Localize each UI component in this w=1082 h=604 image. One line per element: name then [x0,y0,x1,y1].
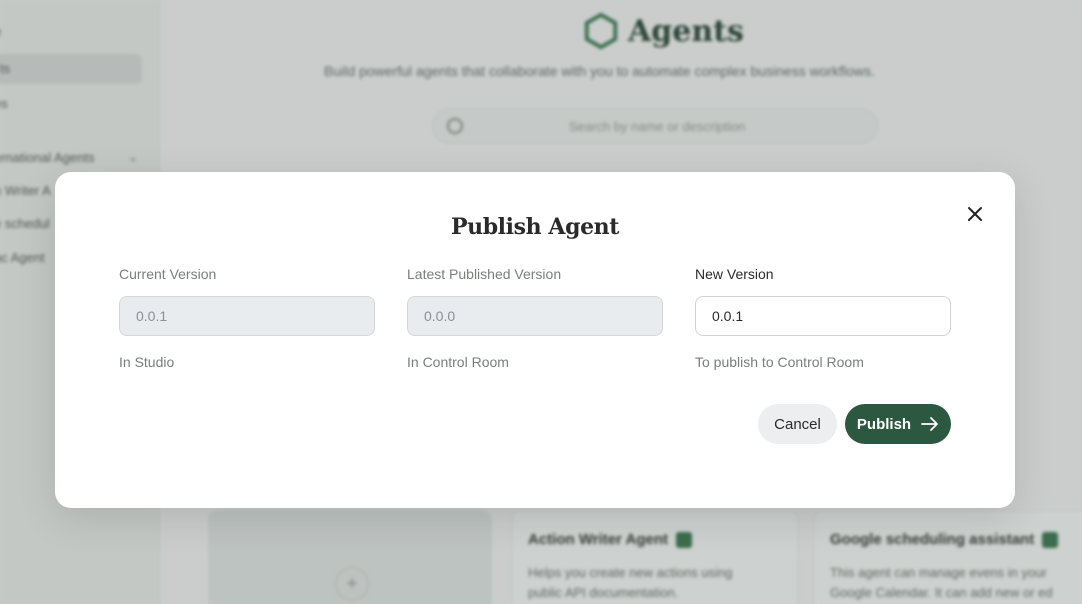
new-version-column: New Version To publish to Control Room [695,266,951,370]
current-version-hint: In Studio [119,354,175,370]
new-version-field[interactable] [695,296,951,336]
new-version-label: New Version [695,266,774,282]
current-version-column: Current Version In Studio [119,266,375,370]
current-version-field [119,296,375,336]
publish-button[interactable]: Publish [845,404,951,444]
new-version-hint: To publish to Control Room [695,354,864,370]
publish-button-label: Publish [856,415,912,433]
current-version-label: Current Version [119,266,217,282]
close-icon [968,207,982,221]
close-button[interactable] [961,200,989,228]
latest-version-label: Latest Published Version [407,266,562,282]
cancel-button[interactable]: Cancel [758,404,837,444]
arrow-right-icon [921,417,938,431]
latest-version-field [407,296,663,336]
latest-version-column: Latest Published Version In Control Room [407,266,663,370]
dialog-title: Publish Agent [450,214,620,240]
latest-version-hint: In Control Room [407,354,509,370]
publish-agent-dialog: Publish Agent Current Version In Studio … [55,172,1015,508]
